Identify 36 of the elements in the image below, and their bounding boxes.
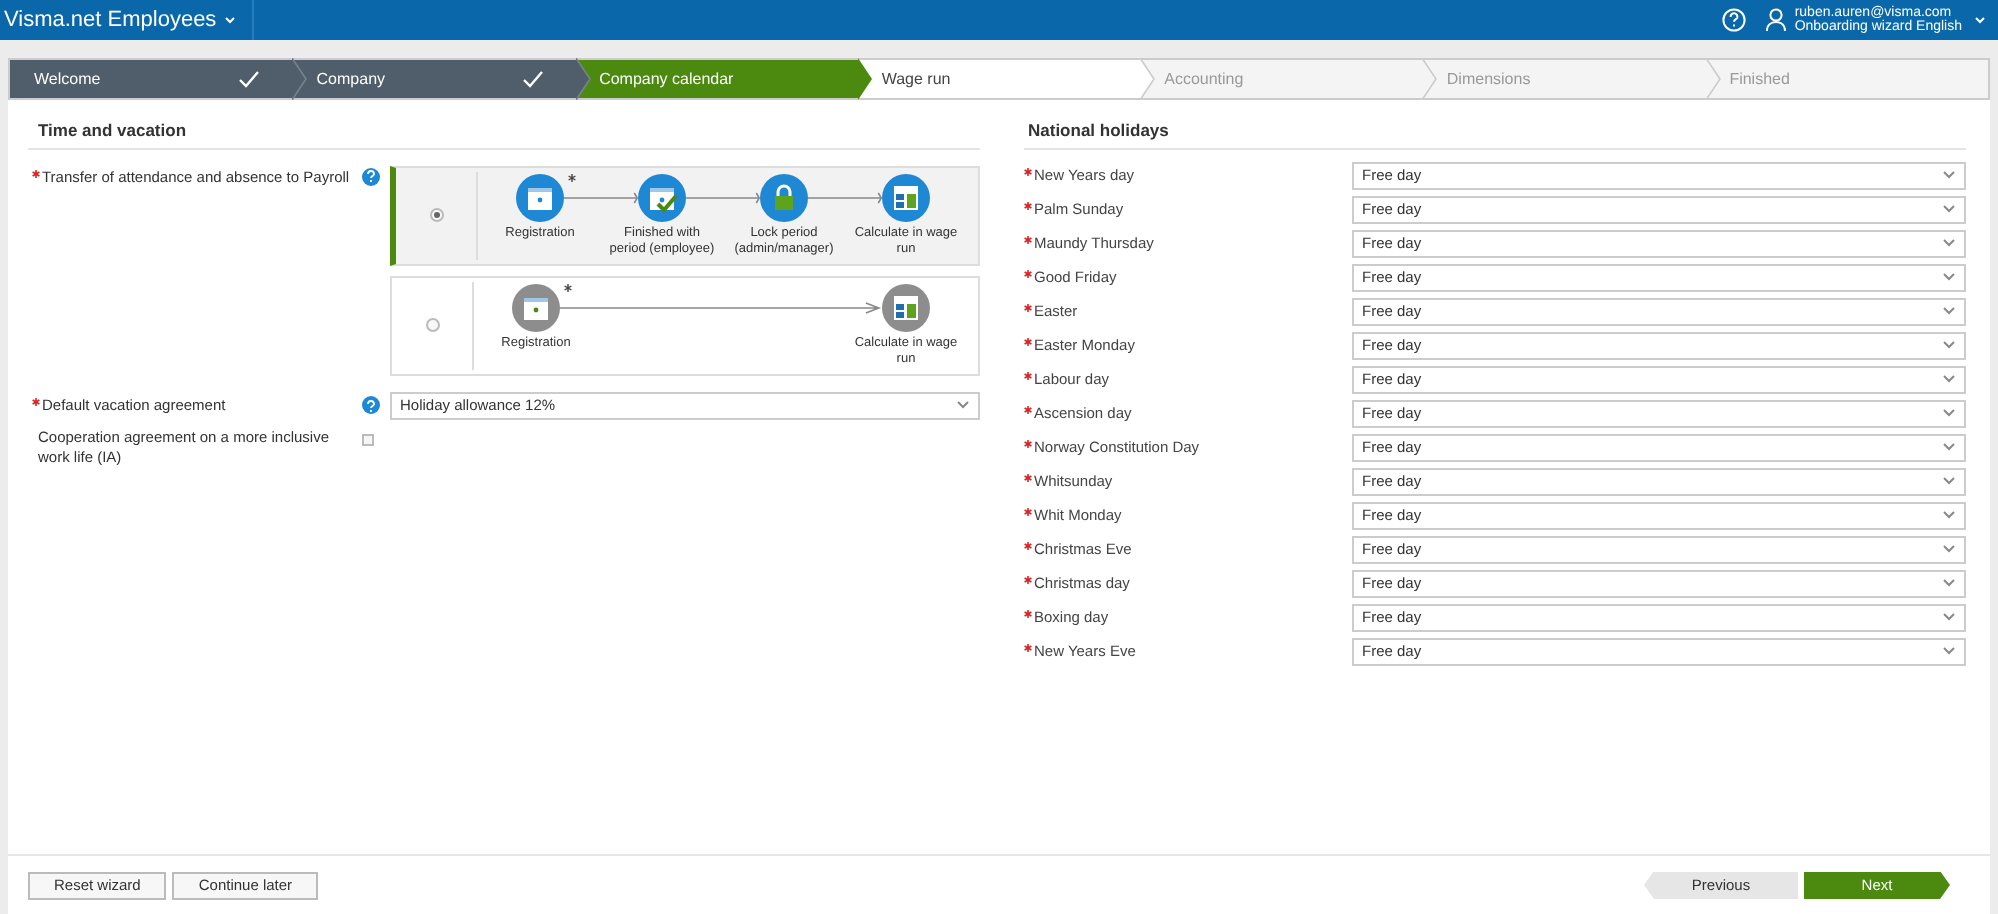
step-separator-icon xyxy=(575,58,592,100)
user-icon[interactable] xyxy=(1766,8,1787,32)
chevron-down-icon xyxy=(1942,238,1956,249)
chevron-down-icon xyxy=(1942,646,1956,657)
chevron-down-icon xyxy=(1942,510,1956,521)
chevron-down-icon xyxy=(1942,306,1956,317)
chevron-down-icon xyxy=(1942,442,1956,453)
arrow-connector xyxy=(686,191,760,204)
chevron-down-icon xyxy=(956,400,970,411)
help-icon[interactable] xyxy=(362,167,380,186)
section-title: Time and vacation xyxy=(28,118,980,150)
chevron-down-icon[interactable] xyxy=(1974,16,1986,24)
arrow-connector xyxy=(808,191,882,204)
chevron-down-icon xyxy=(1942,272,1956,283)
arrow-connector xyxy=(564,191,638,204)
chevron-down-icon xyxy=(224,16,237,24)
help-icon[interactable] xyxy=(362,396,380,415)
step-separator-icon xyxy=(857,58,874,100)
chevron-down-icon xyxy=(1942,476,1956,487)
chevron-down-icon xyxy=(1942,374,1956,385)
chevron-down-icon xyxy=(1942,612,1956,623)
app-menu-button[interactable]: Visma.net Employees xyxy=(0,0,255,40)
chevron-down-icon xyxy=(1942,170,1956,181)
step-separator-icon xyxy=(292,58,309,100)
check-icon xyxy=(521,70,544,88)
radio-button[interactable] xyxy=(429,208,443,223)
help-icon[interactable] xyxy=(1722,8,1747,32)
chevron-down-icon xyxy=(1942,544,1956,555)
chevron-down-icon xyxy=(1942,204,1956,215)
chevron-down-icon xyxy=(1942,340,1956,351)
chevron-down-icon xyxy=(1942,578,1956,589)
checkbox[interactable] xyxy=(362,433,374,446)
check-icon xyxy=(238,70,261,88)
radio-button[interactable] xyxy=(425,318,439,333)
chevron-down-icon xyxy=(1942,408,1956,419)
section-title: National holidays xyxy=(1024,118,1966,150)
